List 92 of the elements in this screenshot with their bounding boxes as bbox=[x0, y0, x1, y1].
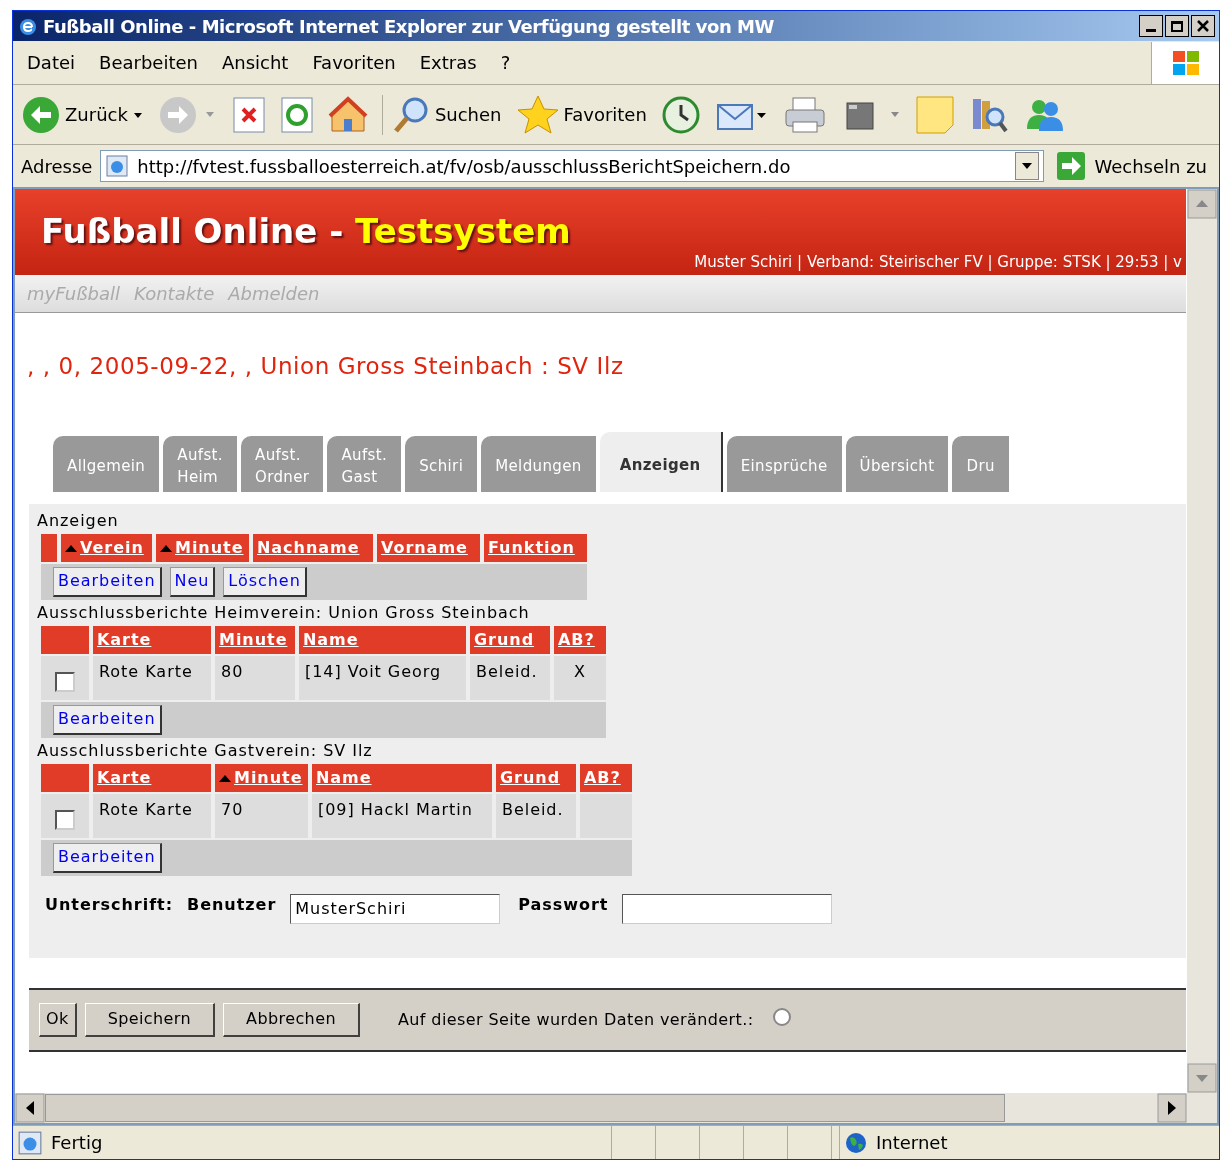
table-cell: [14] Voit Georg bbox=[299, 655, 466, 700]
back-button[interactable]: Zurück bbox=[21, 94, 144, 135]
column-header[interactable]: AB? bbox=[580, 763, 632, 792]
user-label: Benutzer bbox=[187, 893, 277, 916]
favorites-button[interactable]: Favoriten bbox=[515, 92, 647, 137]
action-button[interactable]: Löschen bbox=[223, 566, 307, 597]
search-button[interactable]: Suchen bbox=[381, 94, 502, 135]
page-icon bbox=[17, 1129, 43, 1156]
tab[interactable]: Aufst. Heim bbox=[163, 435, 237, 492]
scroll-left-icon[interactable] bbox=[15, 1093, 45, 1123]
menu-item[interactable]: Extras bbox=[419, 49, 477, 76]
tab[interactable]: Allgemein bbox=[53, 435, 160, 492]
tab[interactable]: Schiri bbox=[405, 435, 478, 492]
table-cell: [09] Hackl Martin bbox=[312, 793, 492, 838]
scroll-right-icon[interactable] bbox=[1157, 1093, 1187, 1123]
go-button[interactable]: Wechseln zu bbox=[1052, 151, 1211, 181]
security-zone: Internet bbox=[876, 1131, 948, 1155]
globe-icon bbox=[844, 1130, 868, 1155]
user-field[interactable]: MusterSchiri bbox=[290, 893, 501, 924]
action-button[interactable]: Neu bbox=[169, 566, 216, 597]
column-header[interactable]: Minute bbox=[156, 533, 249, 562]
refresh-button[interactable] bbox=[279, 95, 314, 134]
menu-item[interactable]: Favoriten bbox=[312, 49, 396, 76]
scrollbar-thumb[interactable] bbox=[45, 1094, 1005, 1122]
action-button[interactable]: Bearbeiten bbox=[53, 842, 162, 873]
column-header[interactable]: Karte bbox=[93, 625, 211, 654]
table-cell: Beleid. bbox=[470, 655, 550, 700]
tab[interactable]: Dru bbox=[952, 435, 1009, 492]
address-label: Adresse bbox=[21, 154, 93, 179]
menu-item[interactable]: ? bbox=[500, 49, 511, 76]
table-cell: 70 bbox=[215, 793, 308, 838]
minimize-button[interactable] bbox=[1139, 15, 1163, 37]
window-title: Fußball Online - Microsoft Internet Explorer zur Verfügung gestellt von MW bbox=[43, 14, 775, 39]
match-title: , , 0, 2005-09-22, , Union Gross Steinbach : SV Ilz bbox=[26, 352, 625, 381]
column-header[interactable]: Vorname bbox=[377, 533, 480, 562]
table-cell: 80 bbox=[215, 655, 295, 700]
column-header[interactable]: Nachname bbox=[253, 533, 373, 562]
tab[interactable]: Anzeigen bbox=[599, 431, 723, 492]
column-header[interactable]: Grund bbox=[470, 625, 550, 654]
table-cell: Rote Karte bbox=[93, 793, 211, 838]
footer-button[interactable]: Abbrechen bbox=[223, 1002, 360, 1037]
menu-item[interactable]: Ansicht bbox=[221, 49, 289, 76]
header-cell bbox=[41, 763, 89, 792]
address-field[interactable]: http://fvtest.fussballoesterreich.at/fv/osb/ausschlussBerichtSpeichern.do bbox=[100, 150, 1045, 182]
column-header[interactable]: Name bbox=[299, 625, 466, 654]
password-field[interactable] bbox=[622, 893, 833, 924]
column-header[interactable]: Minute bbox=[215, 763, 308, 792]
footer-button[interactable]: Ok bbox=[39, 1002, 77, 1037]
column-header[interactable]: Funktion bbox=[484, 533, 587, 562]
column-header[interactable]: Name bbox=[312, 763, 492, 792]
tab[interactable]: Aufst. Ordner bbox=[241, 435, 324, 492]
tab[interactable]: Aufst. Gast bbox=[327, 435, 402, 492]
home-button[interactable] bbox=[327, 94, 368, 135]
stop-button[interactable] bbox=[231, 95, 266, 134]
horizontal-scrollbar[interactable] bbox=[15, 1093, 1217, 1123]
radio-button[interactable] bbox=[773, 1007, 792, 1026]
checkbox[interactable] bbox=[55, 671, 75, 692]
column-header[interactable]: Minute bbox=[215, 625, 295, 654]
section-title: Anzeigen bbox=[37, 509, 120, 532]
status-text: Fertig bbox=[51, 1131, 104, 1155]
header-cell bbox=[41, 533, 57, 562]
user-info: Muster Schiri | Verband: Steirischer FV | Gruppe: STSK | 29:53 | v bbox=[694, 253, 1183, 271]
tab[interactable]: Meldungen bbox=[481, 435, 596, 492]
signature-label: Unterschrift: bbox=[45, 893, 174, 916]
page-icon bbox=[105, 154, 130, 178]
maximize-button[interactable] bbox=[1165, 15, 1189, 37]
table-cell: X bbox=[554, 655, 606, 700]
history-button[interactable] bbox=[660, 94, 701, 135]
tab[interactable]: Übersicht bbox=[845, 435, 949, 492]
section-title: Ausschlussberichte Gastverein: SV Ilz bbox=[37, 739, 374, 762]
table-cell: Rote Karte bbox=[93, 655, 211, 700]
password-label: Passwort bbox=[518, 893, 609, 916]
footer-button[interactable]: Speichern bbox=[84, 1002, 216, 1037]
site-title: Fußball Online - Testsystem bbox=[41, 210, 572, 253]
section-title: Ausschlussberichte Heimverein: Union Gross Steinbach bbox=[37, 601, 531, 624]
action-button[interactable]: Bearbeiten bbox=[53, 704, 162, 735]
menu-item[interactable]: Bearbeiten bbox=[99, 49, 198, 76]
printer-button[interactable] bbox=[782, 94, 827, 135]
action-button[interactable]: Bearbeiten bbox=[53, 566, 162, 597]
column-header[interactable]: AB? bbox=[554, 625, 606, 654]
column-header[interactable]: Karte bbox=[93, 763, 211, 792]
table-cell: Beleid. bbox=[496, 793, 576, 838]
checkbox[interactable] bbox=[55, 809, 75, 830]
close-button[interactable] bbox=[1191, 15, 1215, 37]
empty-cell bbox=[580, 793, 632, 838]
changed-label: Auf dieser Seite wurden Daten verändert.: bbox=[397, 1008, 754, 1031]
close-icon bbox=[1197, 20, 1209, 32]
header-cell bbox=[41, 625, 89, 654]
column-header[interactable]: Verein bbox=[61, 533, 152, 562]
menu-item[interactable]: Datei bbox=[27, 49, 76, 76]
column-header[interactable]: Grund bbox=[496, 763, 576, 792]
tab[interactable]: Einsprüche bbox=[726, 435, 842, 492]
